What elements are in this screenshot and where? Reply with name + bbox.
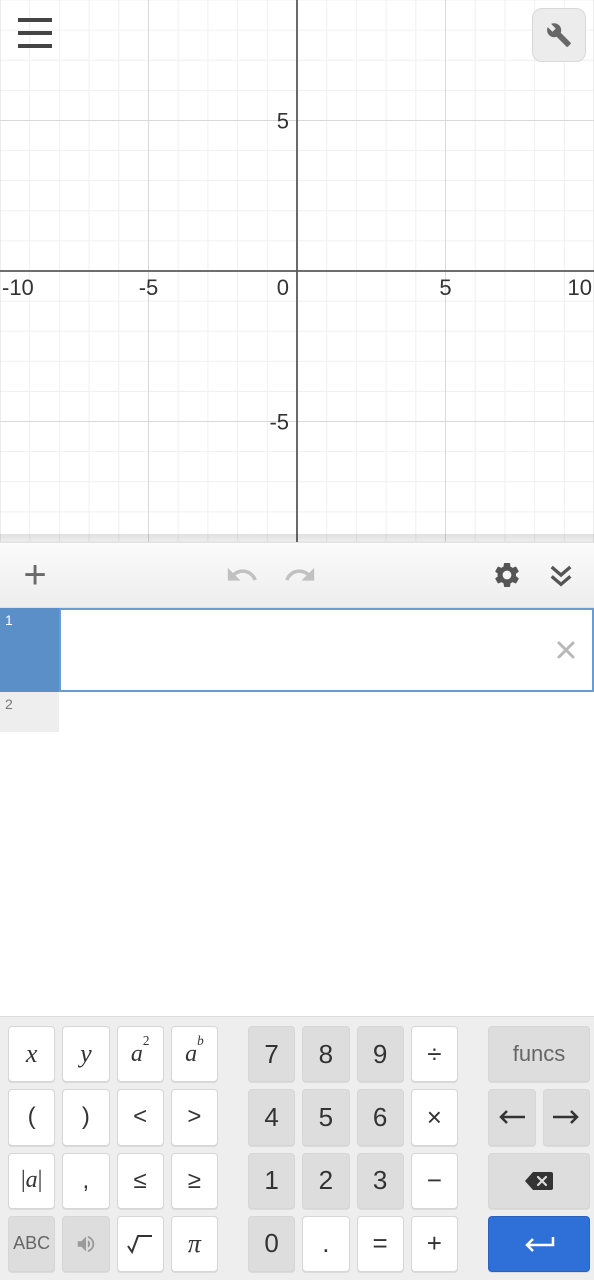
graph-canvas[interactable]: -10 -5 0 5 10 -5 5 bbox=[0, 0, 594, 542]
key-open-paren[interactable]: ( bbox=[8, 1089, 55, 1145]
key-divide[interactable]: ÷ bbox=[411, 1026, 458, 1082]
svg-text:-10: -10 bbox=[2, 275, 34, 300]
key-0[interactable]: 0 bbox=[248, 1216, 295, 1272]
math-keyboard: x y a2 ab ( ) < > |a| , ≤ ≥ ABC π 7 8 9 bbox=[0, 1016, 594, 1280]
key-square[interactable]: a2 bbox=[117, 1026, 164, 1082]
key-3[interactable]: 3 bbox=[357, 1153, 404, 1209]
svg-text:10: 10 bbox=[568, 275, 592, 300]
undo-button[interactable] bbox=[217, 550, 267, 600]
expression-toolbar: + bbox=[0, 542, 594, 608]
expression-input[interactable] bbox=[59, 692, 594, 732]
key-sqrt[interactable] bbox=[117, 1216, 164, 1272]
collapse-expressions-button[interactable] bbox=[536, 550, 586, 600]
key-ge[interactable]: ≥ bbox=[171, 1153, 218, 1209]
expression-list: 1 2 bbox=[0, 608, 594, 732]
undo-icon bbox=[225, 558, 259, 592]
speaker-icon bbox=[75, 1233, 97, 1255]
key-greater-than[interactable]: > bbox=[171, 1089, 218, 1145]
key-enter[interactable] bbox=[488, 1216, 590, 1272]
svg-text:5: 5 bbox=[277, 108, 289, 133]
key-equals[interactable]: = bbox=[357, 1216, 404, 1272]
key-8[interactable]: 8 bbox=[302, 1026, 349, 1082]
key-power[interactable]: ab bbox=[171, 1026, 218, 1082]
key-pi[interactable]: π bbox=[171, 1216, 218, 1272]
arrow-right-icon bbox=[551, 1109, 581, 1125]
key-4[interactable]: 4 bbox=[248, 1089, 295, 1145]
key-audio[interactable] bbox=[62, 1216, 109, 1272]
key-decimal[interactable]: . bbox=[302, 1216, 349, 1272]
svg-text:-5: -5 bbox=[269, 410, 289, 435]
expression-settings-button[interactable] bbox=[482, 550, 532, 600]
key-cursor-right[interactable] bbox=[543, 1089, 591, 1145]
svg-text:0: 0 bbox=[277, 275, 289, 300]
key-comma[interactable]: , bbox=[62, 1153, 109, 1209]
gear-icon bbox=[492, 560, 522, 590]
key-x[interactable]: x bbox=[8, 1026, 55, 1082]
expression-input[interactable] bbox=[61, 610, 592, 690]
key-multiply[interactable]: × bbox=[411, 1089, 458, 1145]
key-7[interactable]: 7 bbox=[248, 1026, 295, 1082]
key-minus[interactable]: − bbox=[411, 1153, 458, 1209]
double-chevron-down-icon bbox=[545, 559, 577, 591]
expression-list-empty-area[interactable] bbox=[0, 732, 594, 1016]
wrench-icon bbox=[546, 22, 572, 48]
key-abs[interactable]: |a| bbox=[8, 1153, 55, 1209]
expression-index: 1 bbox=[0, 608, 59, 692]
key-y[interactable]: y bbox=[62, 1026, 109, 1082]
svg-text:5: 5 bbox=[439, 275, 451, 300]
key-9[interactable]: 9 bbox=[357, 1026, 404, 1082]
expression-index: 2 bbox=[0, 692, 59, 732]
redo-icon bbox=[283, 558, 317, 592]
key-5[interactable]: 5 bbox=[302, 1089, 349, 1145]
expression-row[interactable]: 1 bbox=[0, 608, 594, 692]
delete-expression-button[interactable] bbox=[548, 632, 584, 668]
key-plus[interactable]: + bbox=[411, 1216, 458, 1272]
redo-button[interactable] bbox=[275, 550, 325, 600]
key-close-paren[interactable]: ) bbox=[62, 1089, 109, 1145]
expression-row[interactable]: 2 bbox=[0, 692, 594, 732]
key-functions[interactable]: funcs bbox=[488, 1026, 590, 1082]
key-abc[interactable]: ABC bbox=[8, 1216, 55, 1272]
add-expression-button[interactable]: + bbox=[10, 550, 60, 600]
sqrt-icon bbox=[126, 1232, 154, 1256]
key-backspace[interactable] bbox=[488, 1153, 590, 1209]
key-1[interactable]: 1 bbox=[248, 1153, 295, 1209]
close-icon bbox=[554, 638, 578, 662]
key-le[interactable]: ≤ bbox=[117, 1153, 164, 1209]
graph-settings-button[interactable] bbox=[532, 8, 586, 62]
backspace-icon bbox=[523, 1170, 555, 1192]
key-6[interactable]: 6 bbox=[357, 1089, 404, 1145]
enter-icon bbox=[519, 1234, 559, 1254]
svg-text:-5: -5 bbox=[139, 275, 159, 300]
coordinate-plane: -10 -5 0 5 10 -5 5 bbox=[0, 0, 594, 542]
key-less-than[interactable]: < bbox=[117, 1089, 164, 1145]
key-2[interactable]: 2 bbox=[302, 1153, 349, 1209]
arrow-left-icon bbox=[497, 1109, 527, 1125]
hamburger-menu-button[interactable] bbox=[18, 18, 52, 48]
key-cursor-left[interactable] bbox=[488, 1089, 536, 1145]
